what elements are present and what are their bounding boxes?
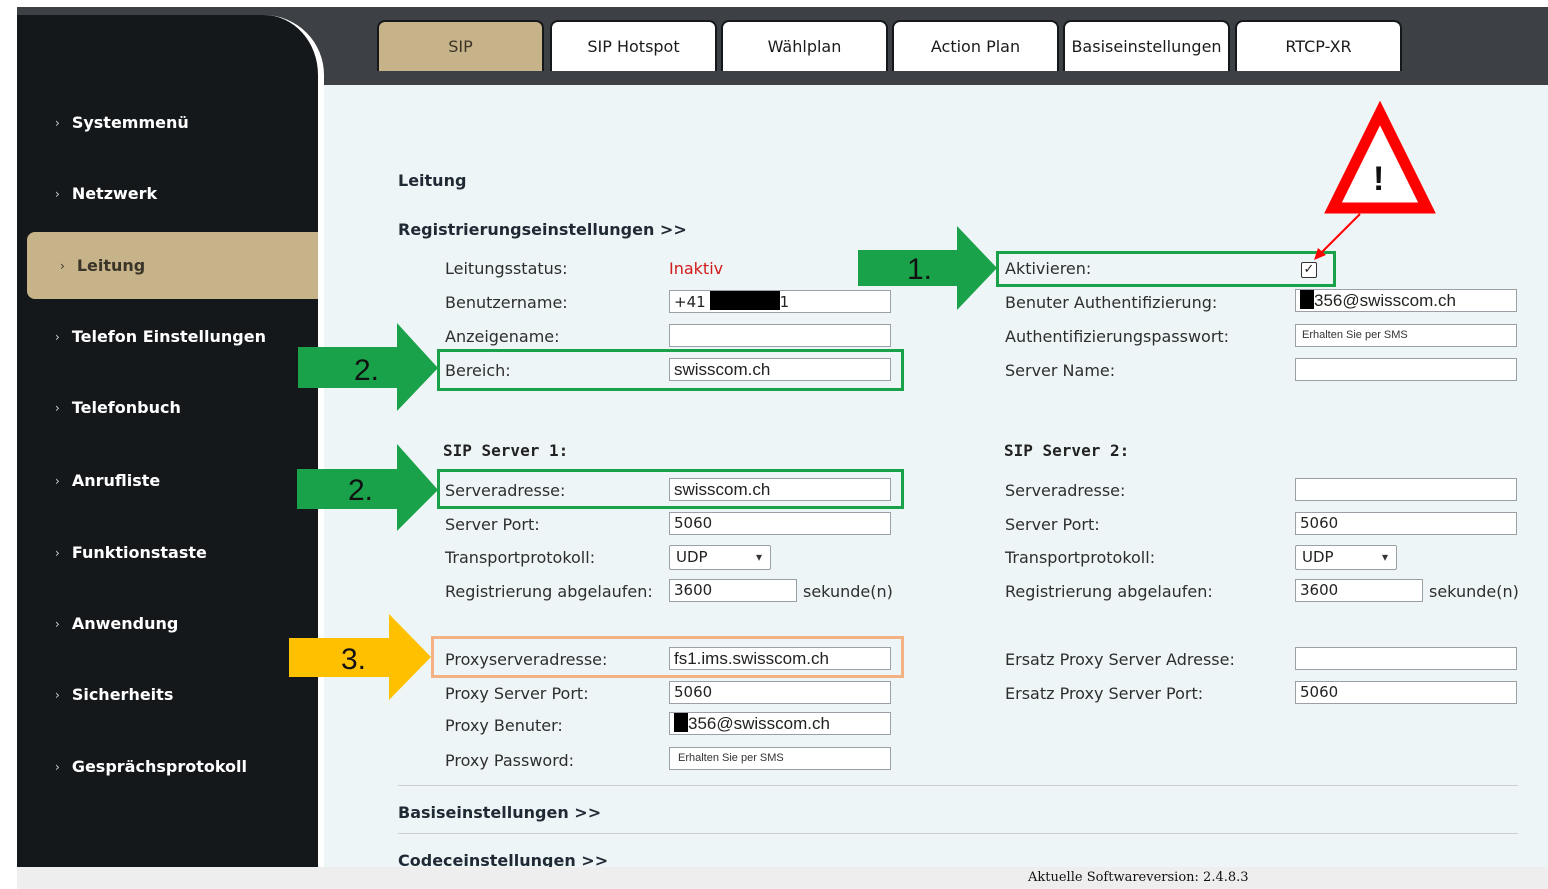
pointer-line	[1321, 213, 1361, 253]
step-2b-label: 2.	[348, 474, 374, 507]
annotation-overlay	[289, 100, 1436, 700]
step-1-label: 1.	[907, 253, 933, 286]
software-version: Aktuelle Softwareversion: 2.4.8.3	[1028, 870, 1249, 885]
step-3-label: 3.	[341, 643, 367, 676]
step-2a-label: 2.	[354, 354, 380, 387]
warning-exclamation: !	[1373, 160, 1385, 198]
phone-web-ui: SIP SIP Hotspot Wählplan Action Plan Bas…	[0, 0, 1548, 889]
footer: Aktuelle Softwareversion: 2.4.8.3	[17, 867, 1548, 889]
